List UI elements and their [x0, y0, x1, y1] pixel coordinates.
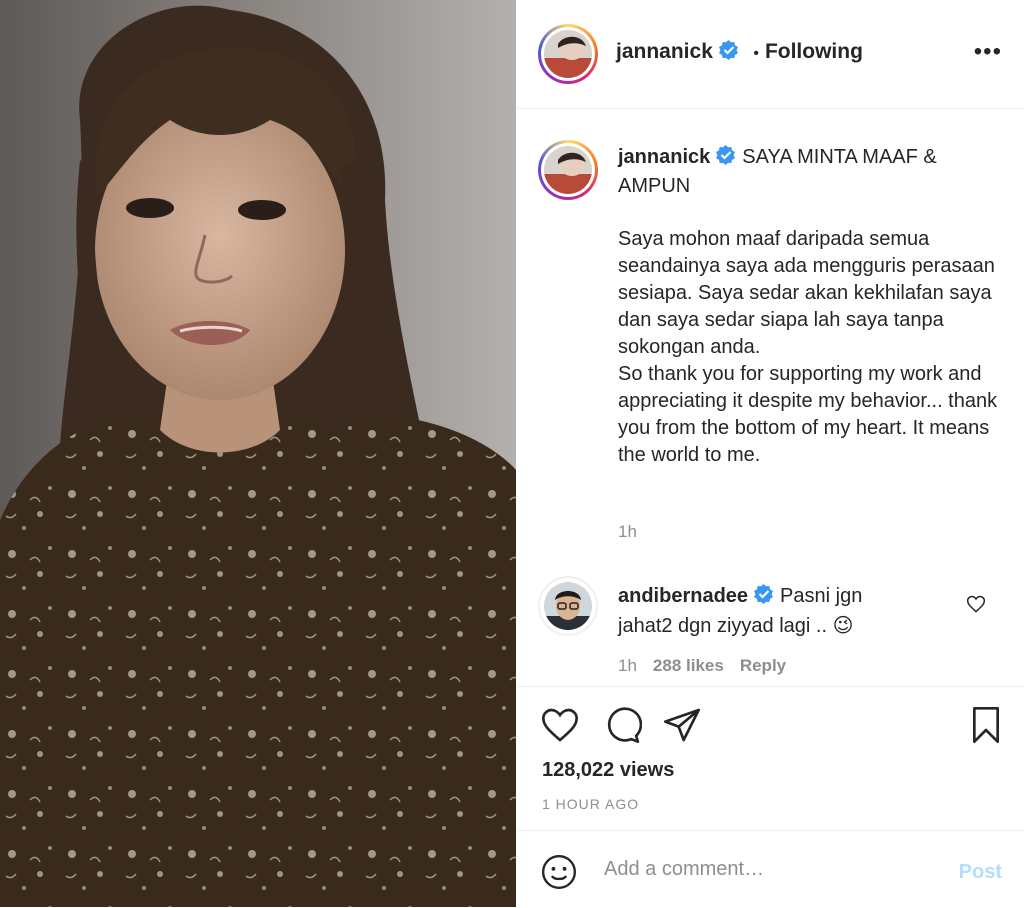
post-actions: 128,022 views 1 HOUR AGO	[516, 686, 1024, 831]
verified-badge-icon	[716, 145, 736, 173]
post-header: jannanick • Following •••	[516, 0, 1024, 109]
caption-author-avatar[interactable]	[538, 140, 598, 200]
author-avatar[interactable]	[538, 24, 598, 84]
header-username[interactable]: jannanick	[616, 40, 713, 63]
avatar-photo	[544, 582, 592, 630]
commenter-avatar[interactable]	[538, 576, 598, 636]
video-frame-image	[0, 0, 516, 907]
verified-badge-icon	[754, 584, 774, 612]
caption-username[interactable]: jannanick	[618, 146, 710, 168]
header-title-row: jannanick • Following	[616, 40, 863, 65]
post-video[interactable]	[0, 0, 516, 907]
post-details-panel: jannanick • Following ••• jannanick SAYA M…	[516, 0, 1024, 907]
post-comment-button[interactable]: Post	[959, 861, 1002, 884]
caption-headline-row: jannanick SAYA MINTA MAAF & AMPUN	[618, 144, 998, 200]
verified-badge-icon	[718, 40, 739, 65]
comment-input[interactable]	[602, 857, 926, 882]
caption-time[interactable]: 1h	[618, 522, 637, 542]
avatar-photo	[544, 30, 592, 78]
post-timestamp[interactable]: 1 HOUR AGO	[542, 796, 639, 812]
avatar-photo	[544, 146, 592, 194]
comment-bar: Post	[516, 830, 1024, 908]
following-button[interactable]: Following	[765, 40, 863, 63]
reply-button[interactable]: Reply	[740, 656, 786, 675]
comment-meta: 1h 288 likes Reply	[618, 656, 802, 676]
bookmark-icon[interactable]	[966, 705, 1006, 750]
heart-icon[interactable]	[540, 705, 580, 750]
view-count[interactable]: 128,022 views	[542, 759, 674, 782]
speech-bubble-icon[interactable]	[602, 705, 643, 750]
smiley-icon[interactable]	[540, 853, 578, 896]
more-options-icon[interactable]: •••	[974, 40, 1002, 64]
commenter-username[interactable]: andibernadee	[618, 585, 748, 607]
comment-likes[interactable]: 288 likes	[653, 656, 724, 675]
caption-body: Saya mohon maaf daripada semua seandainy…	[618, 228, 998, 466]
paper-plane-icon[interactable]	[662, 705, 702, 750]
comment-content: andibernadee Pasni jgn jahat2 dgn ziyyad …	[618, 582, 918, 640]
comment-time[interactable]: 1h	[618, 656, 637, 675]
comment-like-heart-icon[interactable]	[966, 594, 986, 619]
header-separator: •	[753, 45, 759, 62]
